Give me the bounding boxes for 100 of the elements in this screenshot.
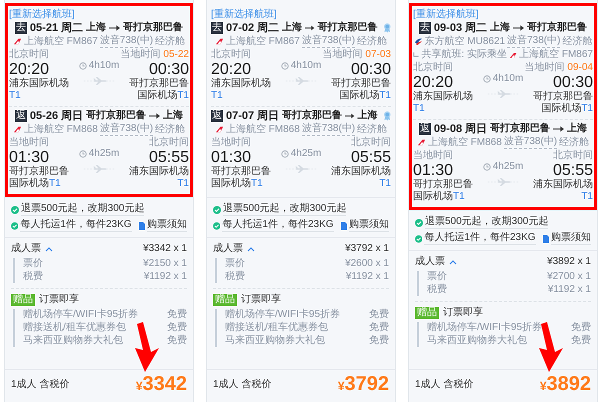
flight-duration: 4h10m: [290, 60, 322, 72]
clock-icon: [482, 75, 491, 83]
fare-type: 成人票: [11, 243, 41, 255]
airport-name: 浦东国际机场 T1: [9, 78, 70, 102]
route-arrow-icon: [345, 113, 354, 119]
caret-up-icon[interactable]: [449, 260, 457, 264]
time-zone-label: 当地时间: [9, 137, 49, 149]
gift-item: 赠机场停车/WIFI卡95折券: [23, 309, 138, 321]
time-zone-label: 北京时间: [9, 49, 49, 61]
fare-item-label: 税费: [23, 271, 43, 283]
gift-price: 免费: [571, 322, 591, 334]
route-arrow-icon: [553, 126, 564, 132]
flight-date: 07-02: [226, 22, 254, 34]
arrival-date: 09-04: [567, 62, 593, 74]
airport-name: 哥打京那巴鲁国际机场T1: [128, 78, 189, 102]
purchase-notice-link[interactable]: 购票须知: [147, 219, 187, 232]
purchase-notice-link[interactable]: 购票须知: [551, 232, 591, 245]
airport-name: 哥打京那巴鲁国际机场T1: [211, 166, 272, 190]
baggage-policy[interactable]: 每人托运1件，每件23KG: [20, 219, 132, 232]
gift-item: 赠接送机/租车优惠券包: [23, 322, 126, 334]
flight-duration: 4h25m: [492, 161, 524, 173]
caret-up-icon[interactable]: [247, 246, 255, 252]
operating-flight: 上海航空 FM867: [519, 49, 593, 61]
total-price: ¥3792: [338, 372, 389, 397]
flight-time: 20:20: [9, 61, 50, 78]
refund-policy[interactable]: 退票500元起，改期300元起: [223, 203, 346, 216]
check-icon: [11, 222, 18, 230]
gift-title: 订票即享: [39, 294, 79, 306]
airport-name: 哥打京那巴鲁国际机场T1: [532, 91, 593, 115]
check-icon: [11, 206, 19, 214]
flight-time: 20:20: [211, 61, 252, 78]
check-icon: [213, 222, 220, 230]
time-zone-label: 当地时间: [322, 49, 362, 61]
caret-up-icon[interactable]: [45, 246, 53, 252]
arrival-city: 哥打京那巴鲁: [318, 22, 378, 34]
airline-flight: 上海航空 FM868: [428, 136, 502, 148]
fare-total: ¥3342 x 1: [143, 243, 187, 255]
flight-time: 00:30: [350, 61, 391, 78]
trip-tag: 返: [211, 110, 223, 122]
flight-date: 09-08: [434, 123, 462, 135]
purchase-notice-link[interactable]: 购票须知: [349, 219, 389, 232]
airport-name: 哥打京那巴鲁国际机场T1: [330, 78, 391, 102]
fare-item-value: ¥2150 x 1: [143, 258, 187, 270]
fare-item-value: ¥1192 x 1: [548, 284, 591, 296]
route-arrow-icon: [305, 25, 314, 31]
gift-item: 赠机场停车/WIFI卡95折券: [427, 322, 542, 334]
time-zone-label: 北京时间: [351, 137, 391, 149]
fare-item-label: 票价: [225, 258, 245, 270]
weekday: 周日: [257, 110, 280, 122]
weekday: 周日: [61, 110, 84, 122]
airport-name: 浦东国际机场 T1: [532, 179, 593, 203]
fare-type: 成人票: [415, 256, 445, 268]
flight-duration: 4h25m: [290, 148, 322, 160]
airline-flight: 上海航空 FM867: [24, 36, 98, 48]
time-zone-label: 当地时间: [413, 150, 453, 162]
check-icon: [415, 218, 423, 226]
fare-item-label: 票价: [23, 258, 43, 270]
fare-item-value: ¥1192 x 1: [346, 271, 389, 283]
route-arrow-icon: [513, 25, 524, 31]
time-zone-label: 当地时间: [120, 49, 160, 61]
airline-flight: 上海航空 FM868: [24, 124, 98, 136]
cabin-class: 经济舱: [155, 36, 186, 48]
departure-city: 上海: [490, 22, 510, 34]
fare-item-value: ¥2700 x 1: [547, 271, 591, 283]
gift-price: 免费: [369, 335, 389, 347]
flight-time: 01:30: [9, 149, 50, 166]
refund-policy[interactable]: 退票500元起，改期300元起: [425, 216, 548, 229]
flight-time: 01:30: [413, 162, 454, 179]
clock-icon: [78, 62, 87, 70]
airport-name: 浦东国际机场 T1: [330, 166, 391, 190]
airport-name: 浦东国际机场 T1: [413, 91, 474, 115]
flight-time: 05:55: [350, 149, 391, 166]
airport-name: 浦东国际机场 T1: [128, 166, 189, 190]
cabin-class: 经济舱: [559, 136, 590, 148]
time-zone-label: 北京时间: [413, 62, 453, 74]
clock-icon: [482, 163, 491, 171]
airline-flight: 上海航空 FM868: [226, 124, 300, 136]
codeshare-note: 共享航班: 实际乘坐: [421, 49, 507, 61]
clock-icon: [280, 62, 289, 70]
gift-tag: 赠品: [11, 294, 35, 306]
gift-item: 马来西亚购物券大礼包: [427, 335, 527, 347]
flight-time: 05:55: [552, 162, 593, 179]
arrival-city: 哥打京那巴鲁: [527, 22, 588, 34]
price-label: 1成人 含税价: [415, 379, 474, 391]
refund-policy[interactable]: 退票500元起，改期300元起: [21, 203, 144, 216]
time-zone-label: 北京时间: [553, 150, 593, 162]
document-icon: [542, 234, 549, 242]
gift-title: 订票即享: [241, 294, 281, 306]
arrival-date: 07-03: [365, 49, 391, 61]
route-arrow-icon: [149, 113, 160, 119]
baggage-policy[interactable]: 每人托运1件，每件23KG: [222, 219, 334, 232]
gift-item: 赠机场停车/WIFI卡95折券: [225, 309, 340, 321]
gift-price: 免费: [369, 309, 389, 321]
departure-city: 哥打京那巴鲁: [86, 110, 146, 122]
baggage-policy[interactable]: 每人托运1件，每件23KG: [424, 232, 536, 245]
gift-title: 订票即享: [443, 307, 483, 319]
flight-duration: 4h10m: [88, 60, 120, 72]
time-zone-label: 北京时间: [211, 49, 251, 61]
airport-name: 哥打京那巴鲁国际机场T1: [9, 166, 70, 190]
weekday: 周二: [257, 22, 280, 34]
